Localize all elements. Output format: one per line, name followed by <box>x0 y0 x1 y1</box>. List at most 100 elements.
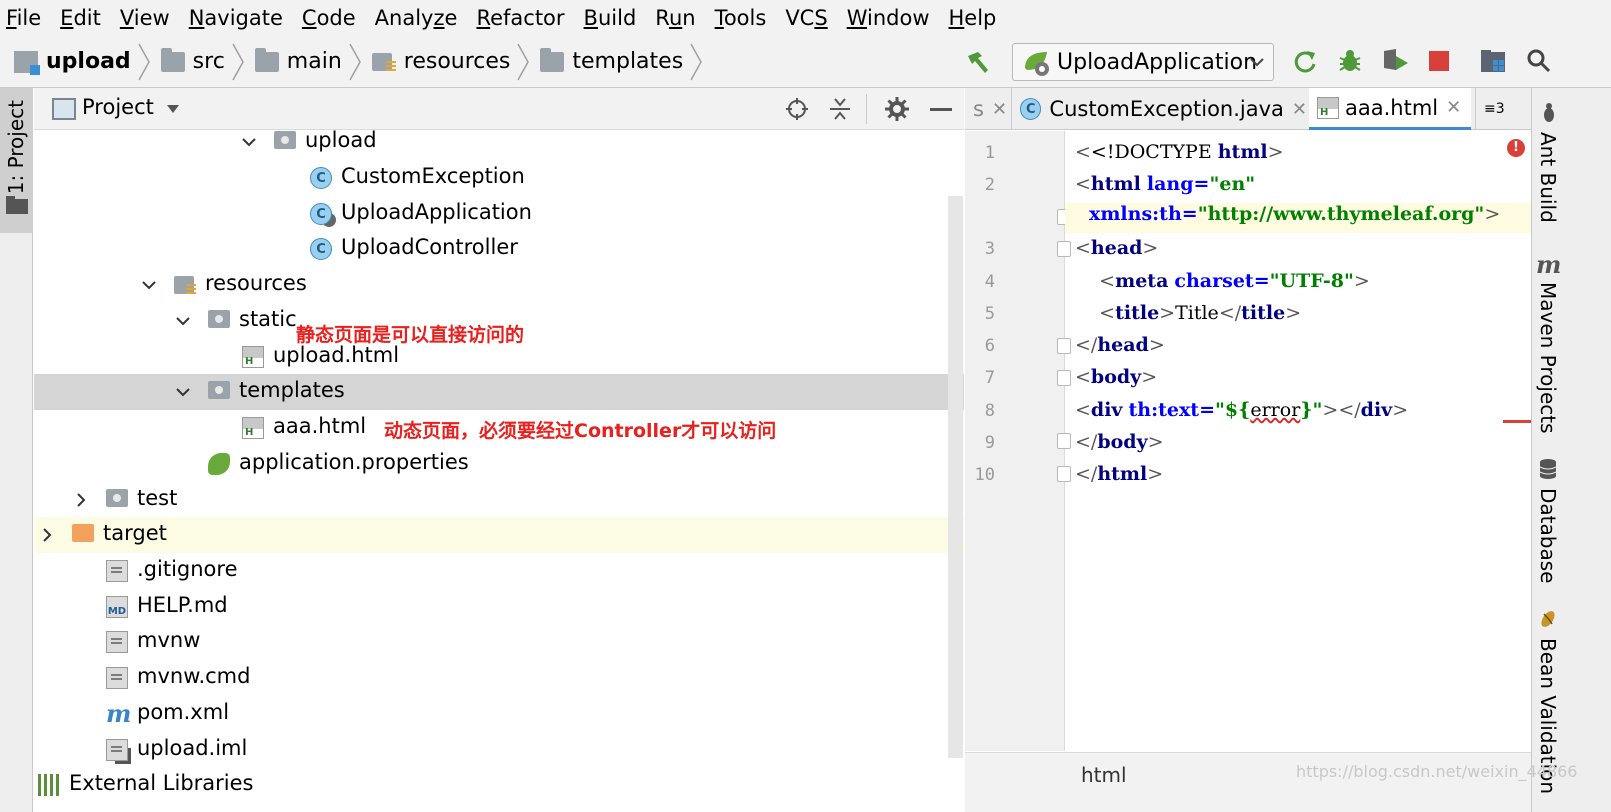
folder-icon <box>208 310 230 328</box>
tree-item-application-properties[interactable]: application.properties <box>34 446 964 482</box>
code-editor[interactable]: 1 2 3 4 5 6 7 8 9 10 ! <<!DOCTYPE html> <html lan… <box>965 131 1531 751</box>
menu-refactor[interactable]: Refactor <box>476 6 564 30</box>
breadcrumb-label: resources <box>403 49 511 74</box>
tree-item-label: mvnw.cmd <box>137 664 251 688</box>
menu-view[interactable]: View <box>120 6 170 30</box>
tab-label: CustomException.java <box>1049 97 1284 121</box>
folder-icon <box>274 131 296 149</box>
close-icon[interactable]: ✕ <box>992 99 1007 120</box>
breadcrumb-src[interactable]: src <box>160 36 255 87</box>
gear-icon[interactable] <box>884 96 910 122</box>
breadcrumb-upload[interactable]: upload <box>14 36 161 87</box>
tree-item-label: .gitignore <box>137 557 238 581</box>
breadcrumb-resources[interactable]: resources <box>371 36 541 87</box>
project-tree-scrollbar[interactable] <box>948 196 963 758</box>
editor-tab-bar: s ✕ C CustomException.java ✕ H aaa.html … <box>965 88 1531 130</box>
error-stripe-mark[interactable] <box>1503 420 1531 423</box>
project-tool-tab-label: 1: Project <box>4 100 28 195</box>
menu-help[interactable]: Help <box>949 6 997 30</box>
module-file-icon <box>106 739 128 761</box>
chevron-down-icon[interactable] <box>240 133 258 151</box>
tree-item-pom-xml[interactable]: m pom.xml <box>34 696 964 732</box>
fold-marker-icon[interactable] <box>1057 241 1071 257</box>
minimize-icon[interactable] <box>930 108 952 111</box>
project-tool-tab[interactable]: 1: Project <box>0 88 33 233</box>
menu-build[interactable]: Build <box>584 6 637 30</box>
code-line-8: <div th:text="${error}"></div> <box>1075 399 1409 421</box>
tree-item-upload-iml[interactable]: upload.iml <box>34 732 964 768</box>
tab-custom-exception[interactable]: C CustomException.java ✕ <box>1011 88 1307 130</box>
locate-file-icon[interactable] <box>785 97 809 121</box>
tree-item-resources[interactable]: resources <box>34 267 964 303</box>
line-number: 6 <box>984 336 995 356</box>
caret-down-icon[interactable] <box>166 104 180 114</box>
close-icon[interactable]: ✕ <box>1446 97 1461 118</box>
project-structure-icon[interactable] <box>1478 46 1508 76</box>
tree-item-label: pom.xml <box>137 700 230 724</box>
debug-bug-icon[interactable] <box>1335 46 1365 76</box>
chevron-down-icon[interactable] <box>174 312 192 330</box>
tree-item-templates[interactable]: templates <box>34 374 964 410</box>
maven-projects-tab[interactable]: Maven Projects <box>1536 282 1560 434</box>
chevron-right-icon[interactable] <box>38 526 56 544</box>
editor-breadcrumb[interactable]: html <box>1081 763 1127 787</box>
fold-marker-icon[interactable] <box>1057 338 1071 354</box>
stop-icon[interactable] <box>1426 48 1452 74</box>
breadcrumb-label: templates <box>572 49 684 74</box>
tree-item-uploadcontroller[interactable]: C UploadController <box>34 231 964 267</box>
tree-item-uploadapplication[interactable]: C UploadApplication <box>34 196 964 232</box>
menu-run[interactable]: Run <box>655 6 695 30</box>
line-number: 9 <box>984 433 995 453</box>
navigation-bar: upload src main resources templates <box>0 36 1611 88</box>
database-tab[interactable]: Database <box>1536 488 1560 583</box>
libraries-icon <box>38 774 60 796</box>
code-line-4: <meta charset="UTF-8"> <box>1099 270 1370 292</box>
html-file-icon: H <box>1317 96 1339 119</box>
menu-file[interactable]: File <box>6 6 41 30</box>
breadcrumb-main[interactable]: main <box>254 36 372 87</box>
build-hammer-icon[interactable] <box>962 46 994 78</box>
project-panel-title[interactable]: Project <box>82 95 154 119</box>
menu-vcs[interactable]: VCS <box>785 6 827 30</box>
tree-item-mvnw-cmd[interactable]: mvnw.cmd <box>34 660 964 696</box>
tab-aaa-html[interactable]: H aaa.html ✕ <box>1309 88 1471 130</box>
class-icon: C <box>1020 98 1042 120</box>
tree-item-external-libraries[interactable]: External Libraries <box>34 767 964 803</box>
chevron-down-icon[interactable] <box>174 383 192 401</box>
breadcrumb-templates[interactable]: templates <box>540 36 713 87</box>
tab-hidden-file[interactable]: s ✕ <box>965 88 1009 130</box>
spring-properties-icon <box>208 453 230 475</box>
folder-icon <box>6 196 28 214</box>
run-with-coverage-icon[interactable] <box>1380 46 1412 76</box>
menu-code[interactable]: Code <box>302 6 356 30</box>
menu-window[interactable]: Window <box>847 6 930 30</box>
fold-marker-icon[interactable] <box>1057 433 1071 449</box>
fold-marker-icon[interactable] <box>1057 370 1071 386</box>
close-icon[interactable]: ✕ <box>1292 99 1307 120</box>
tree-item-help-md[interactable]: MD HELP.md <box>34 589 964 625</box>
search-icon[interactable] <box>1524 46 1554 76</box>
tree-item-mvnw[interactable]: mvnw <box>34 624 964 660</box>
chevron-down-icon[interactable] <box>140 276 158 294</box>
run-configuration-selector[interactable]: UploadApplication <box>1012 43 1274 81</box>
tree-item-gitignore[interactable]: .gitignore <box>34 553 964 589</box>
tab-overflow-menu[interactable]: ≡3 <box>1475 88 1529 130</box>
menu-tools[interactable]: Tools <box>715 6 767 30</box>
tree-item-customexception[interactable]: C CustomException <box>34 160 964 196</box>
ant-build-tab[interactable]: Ant Build <box>1536 132 1560 223</box>
collapse-all-icon[interactable] <box>828 97 852 121</box>
chevron-right-icon <box>517 43 530 80</box>
tree-item-upload[interactable]: upload <box>34 130 964 160</box>
code-line-10: </html> <box>1075 463 1164 485</box>
fold-marker-icon[interactable] <box>1057 466 1071 482</box>
error-indicator-icon[interactable]: ! <box>1507 139 1525 157</box>
menu-edit[interactable]: Edit <box>60 6 101 30</box>
menu-navigate[interactable]: Navigate <box>189 6 283 30</box>
menu-analyze[interactable]: Analyze <box>375 6 458 30</box>
markdown-file-icon: MD <box>106 596 128 618</box>
tree-item-test[interactable]: test <box>34 482 964 518</box>
tree-item-target[interactable]: target <box>34 517 964 553</box>
rerun-icon[interactable] <box>1290 46 1320 76</box>
code-line-6: </head> <box>1075 334 1165 356</box>
chevron-right-icon[interactable] <box>72 491 90 509</box>
